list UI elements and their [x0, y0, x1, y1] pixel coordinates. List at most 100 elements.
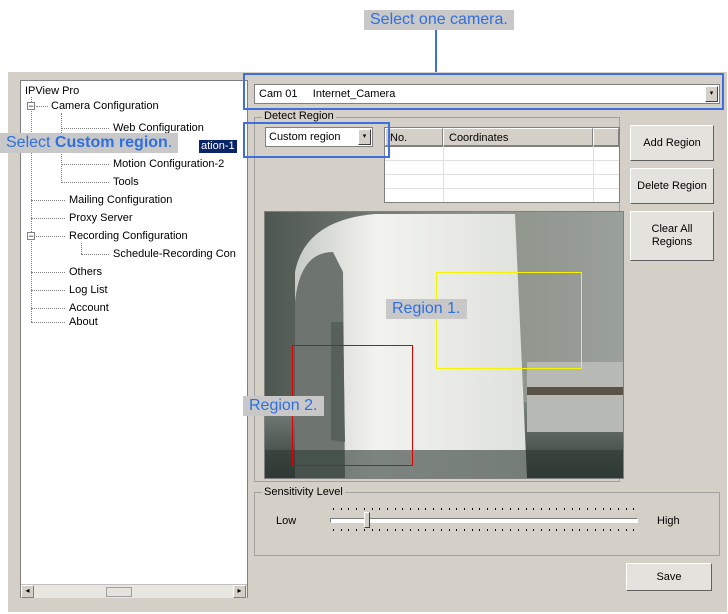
- tree-item-motion-configuration-1[interactable]: ation-1: [199, 140, 237, 153]
- select-camera-callout: Select one camera.: [364, 10, 514, 30]
- region-mode-highlight: [243, 122, 390, 158]
- scroll-right-icon[interactable]: ▸: [233, 585, 246, 598]
- slider-tick: [571, 529, 573, 531]
- slider-tick: [571, 508, 573, 510]
- tree-item-others[interactable]: Others: [69, 266, 102, 279]
- slider-tick: [402, 529, 404, 531]
- slider-tick: [564, 529, 565, 531]
- tree-item-tools[interactable]: Tools: [113, 176, 139, 189]
- slider-tick: [487, 508, 488, 510]
- camera-select-highlight: [243, 73, 724, 110]
- scroll-left-icon[interactable]: ◂: [21, 585, 34, 598]
- slider-tick: [548, 508, 550, 510]
- tree-item-recording-configuration[interactable]: Recording Configuration: [69, 230, 188, 243]
- slider-tick: [471, 508, 473, 510]
- delete-region-button[interactable]: Delete Region: [630, 168, 714, 204]
- slider-tick: [487, 529, 488, 531]
- clear-all-regions-button[interactable]: Clear All Regions: [630, 211, 714, 261]
- slider-tick: [479, 508, 481, 510]
- slider-tick: [548, 529, 550, 531]
- slider-tick: [425, 529, 427, 531]
- slider-tick: [348, 529, 350, 531]
- tree-item-account[interactable]: Account: [69, 302, 109, 315]
- slider-track: [330, 518, 638, 523]
- slider-tick: [517, 508, 519, 510]
- table-row[interactable]: [385, 174, 619, 189]
- slider-tick: [479, 529, 481, 531]
- table-row[interactable]: [385, 146, 619, 161]
- slider-tick: [525, 508, 527, 510]
- camera-preview[interactable]: [264, 211, 624, 479]
- slider-tick: [533, 529, 535, 531]
- tree-item-camera-configuration[interactable]: Camera Configuration: [51, 100, 159, 113]
- slider-tick: [456, 508, 458, 510]
- slider-tick: [602, 529, 604, 531]
- select-custom-region-callout: Select Custom region.: [0, 133, 179, 153]
- region-1-box[interactable]: [436, 272, 582, 369]
- scroll-thumb[interactable]: [106, 587, 132, 597]
- collapse-icon[interactable]: −: [27, 102, 35, 111]
- tree-horizontal-scrollbar[interactable]: ◂ ▸: [21, 584, 247, 598]
- detect-region-title: Detect Region: [262, 110, 336, 122]
- select-camera-text: Select one camera: [370, 11, 504, 28]
- slider-tick: [425, 508, 427, 510]
- slider-tick: [594, 508, 596, 510]
- slider-tick: [463, 529, 465, 531]
- add-region-button[interactable]: Add Region: [630, 125, 714, 161]
- slider-tick: [556, 529, 558, 531]
- slider-tick: [587, 508, 589, 510]
- slider-tick: [448, 529, 450, 531]
- tree-item-mailing-configuration[interactable]: Mailing Configuration: [69, 194, 172, 207]
- tree-item-motion-configuration-2[interactable]: Motion Configuration-2: [113, 158, 224, 171]
- slider-tick: [340, 508, 342, 510]
- tree-root[interactable]: IPView Pro: [25, 85, 79, 98]
- slider-tick: [610, 508, 612, 510]
- sensitivity-slider[interactable]: [330, 505, 638, 535]
- navigation-tree[interactable]: IPView Pro − Camera Configuration Web Co…: [20, 80, 248, 598]
- save-button[interactable]: Save: [626, 563, 712, 591]
- tree-item-schedule-recording[interactable]: Schedule-Recording Con: [113, 248, 236, 261]
- slider-tick: [356, 508, 358, 510]
- column-header-blank: [593, 128, 619, 146]
- slider-tick: [394, 529, 396, 531]
- slider-tick: [363, 508, 365, 510]
- slider-thumb[interactable]: [363, 512, 370, 528]
- slider-tick: [410, 508, 411, 510]
- slider-tick: [625, 529, 627, 531]
- slider-tick: [433, 529, 435, 531]
- slider-tick: [502, 508, 504, 510]
- slider-tick: [540, 508, 542, 510]
- slider-tick: [463, 508, 465, 510]
- slider-tick: [363, 529, 365, 531]
- tree-item-about[interactable]: About: [69, 316, 98, 329]
- slider-tick: [340, 529, 342, 531]
- table-row[interactable]: [385, 160, 619, 175]
- slider-tick: [510, 529, 512, 531]
- slider-tick: [448, 508, 450, 510]
- tree-item-proxy-server[interactable]: Proxy Server: [69, 212, 133, 225]
- slider-tick: [533, 508, 535, 510]
- sensitivity-low-label: Low: [276, 515, 297, 527]
- region-table[interactable]: No. Coordinates: [384, 127, 620, 203]
- collapse-icon[interactable]: −: [27, 232, 35, 241]
- slider-tick: [617, 529, 619, 531]
- tree-item-log-list[interactable]: Log List: [69, 284, 108, 297]
- slider-tick: [371, 529, 373, 531]
- slider-tick: [386, 529, 388, 531]
- slider-tick: [440, 529, 442, 531]
- slider-tick: [440, 508, 442, 510]
- callout-line-camera: [435, 30, 437, 74]
- slider-tick: [579, 529, 581, 531]
- sensitivity-title: Sensitivity Level: [262, 486, 345, 498]
- slider-tick: [633, 529, 635, 531]
- slider-tick: [510, 508, 512, 510]
- slider-tick: [417, 508, 419, 510]
- slider-tick: [594, 529, 596, 531]
- slider-tick: [517, 529, 519, 531]
- column-header-coordinates[interactable]: Coordinates: [443, 128, 593, 146]
- slider-tick: [602, 508, 604, 510]
- column-header-no[interactable]: No.: [385, 128, 443, 146]
- slider-tick: [564, 508, 565, 510]
- slider-tick: [494, 529, 496, 531]
- slider-tick: [402, 508, 404, 510]
